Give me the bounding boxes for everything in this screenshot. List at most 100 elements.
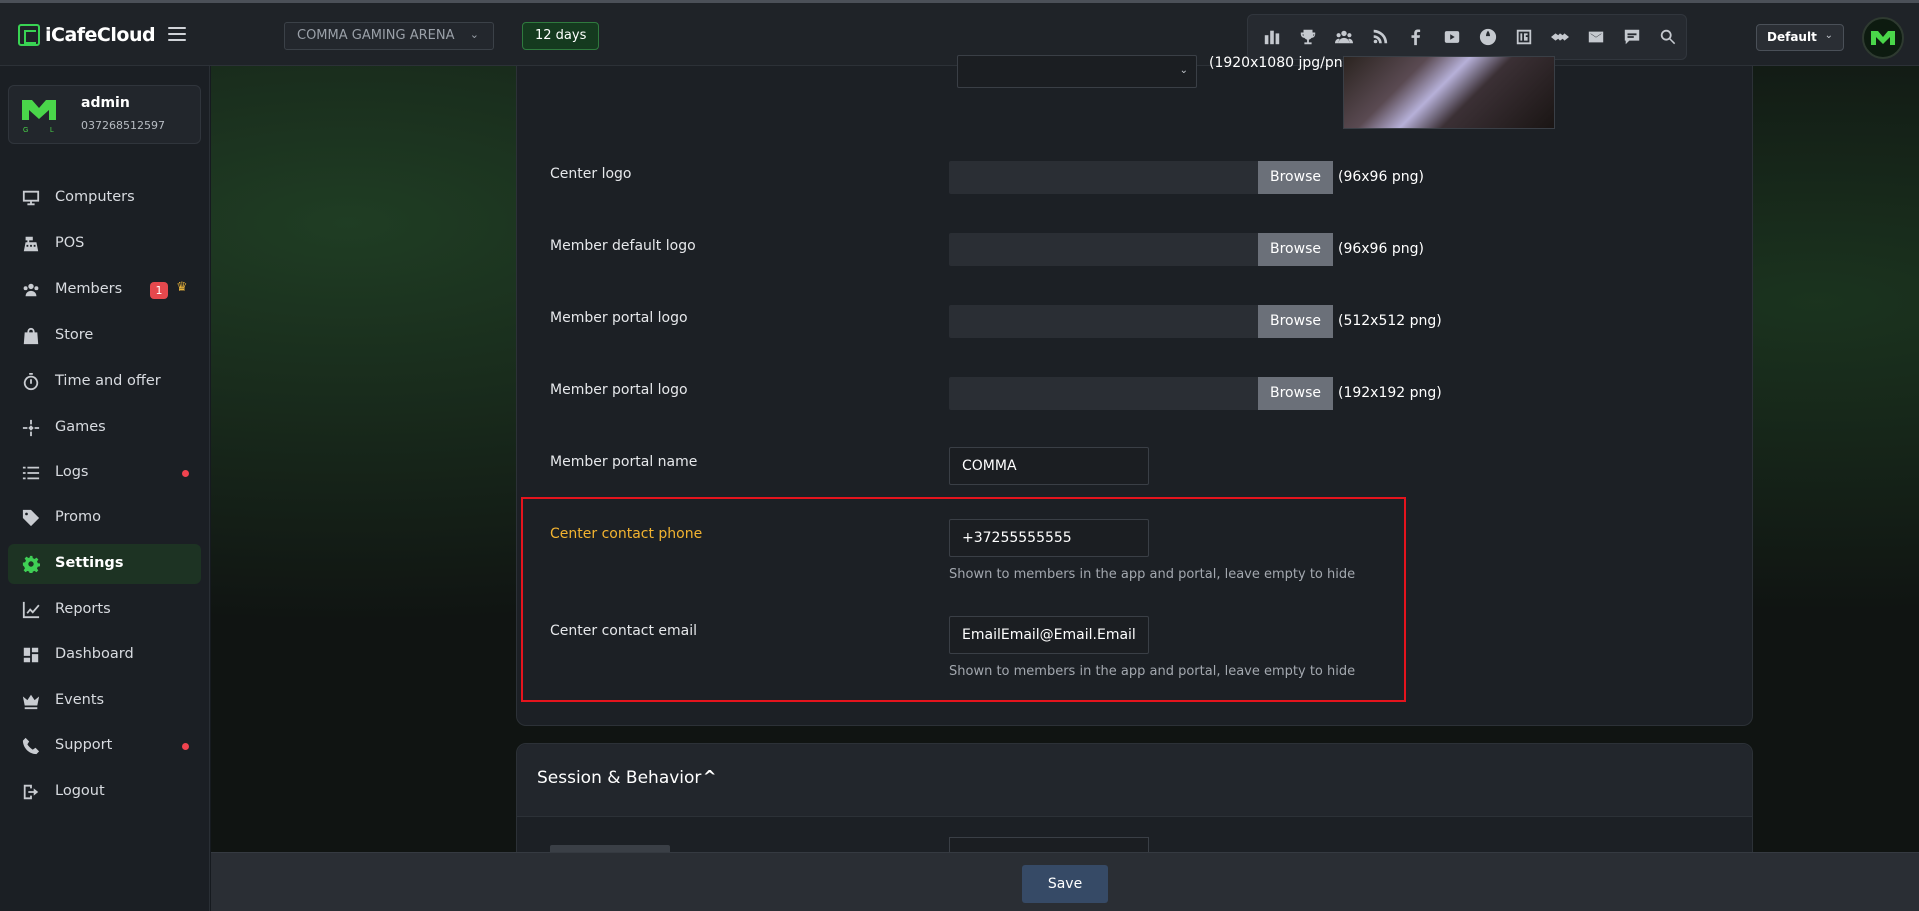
- stopwatch-icon: [22, 373, 40, 391]
- sidebar-item-time-and-offer[interactable]: Time and offer: [8, 362, 201, 402]
- list-icon: [22, 464, 40, 482]
- notification-badge: 1: [150, 282, 168, 299]
- section-title: Session & Behavior: [537, 768, 702, 788]
- sidebar-item-label: Settings: [55, 555, 124, 571]
- center-logo-file-input[interactable]: [949, 161, 1259, 194]
- sidebar-item-label: Logout: [55, 783, 105, 799]
- section-header[interactable]: Session & Behavior ^: [517, 744, 1752, 817]
- chart-line-icon: [22, 601, 40, 619]
- avatar: GL: [19, 94, 59, 134]
- member-portal-name-label: Member portal name: [550, 454, 698, 470]
- handshake-icon[interactable]: [1542, 17, 1578, 57]
- center-logo-label: Center logo: [550, 166, 632, 182]
- youtube-icon[interactable]: [1434, 17, 1470, 57]
- user-name: admin: [81, 95, 130, 111]
- chevron-up-icon[interactable]: ^: [703, 767, 716, 786]
- globe-icon[interactable]: [1470, 17, 1506, 57]
- users-icon: [22, 281, 40, 299]
- status-dot: [182, 743, 189, 750]
- sidebar-item-store[interactable]: Store: [8, 316, 201, 356]
- member-portal-logo-512-file-input[interactable]: [949, 305, 1259, 338]
- center-contact-email-input[interactable]: EmailEmail@Email.Email: [949, 616, 1149, 654]
- sidebar-item-settings[interactable]: Settings: [8, 544, 201, 584]
- account-avatar[interactable]: [1862, 17, 1904, 59]
- sidebar-item-label: Computers: [55, 189, 135, 205]
- sidebar-item-members[interactable]: Members 1 ♛: [8, 270, 201, 310]
- sidebar-item-label: Promo: [55, 509, 101, 525]
- center-contact-email-label: Center contact email: [550, 623, 698, 639]
- app-logo-text: iCafeCloud: [45, 24, 156, 46]
- tag-icon: [22, 509, 40, 527]
- center-select[interactable]: COMMA GAMING ARENA ⌄: [284, 22, 494, 50]
- icafe-logo-icon: [18, 24, 40, 46]
- sidebar-item-label: Store: [55, 327, 94, 343]
- quick-tools: [1247, 14, 1687, 60]
- member-portal-logo-192-file-input[interactable]: [949, 377, 1259, 410]
- status-dot: [182, 470, 189, 477]
- center-contact-phone-input[interactable]: +37255555555: [949, 519, 1149, 557]
- trophy-icon[interactable]: [1290, 17, 1326, 57]
- wallpaper-select[interactable]: ⌄: [957, 55, 1197, 88]
- wallpaper-preview-image[interactable]: [1343, 56, 1555, 129]
- center-contact-phone-label: Center contact phone: [550, 526, 703, 542]
- sidebar-item-label: Reports: [55, 601, 111, 617]
- member-default-logo-file-input[interactable]: [949, 233, 1259, 266]
- chevron-down-icon: ⌄: [469, 28, 479, 41]
- group-icon[interactable]: [1326, 17, 1362, 57]
- sidebar-item-label: POS: [55, 235, 85, 251]
- profile-select[interactable]: Default ⌄: [1756, 24, 1844, 51]
- sidebar: GL admin 037268512597 Computers POS Memb…: [0, 66, 210, 911]
- sidebar-item-events[interactable]: Events: [8, 681, 201, 721]
- mail-icon[interactable]: [1578, 17, 1614, 57]
- center-contact-email-help: Shown to members in the app and portal, …: [949, 664, 1356, 679]
- sidebar-item-label: Members: [55, 281, 123, 297]
- app-logo[interactable]: iCafeCloud: [18, 24, 156, 46]
- phone-icon: [22, 737, 40, 755]
- bag-icon: [22, 327, 40, 345]
- member-default-logo-size-note: (96x96 png): [1338, 241, 1424, 257]
- sidebar-item-label: Time and offer: [55, 373, 161, 389]
- user-card[interactable]: GL admin 037268512597: [8, 85, 201, 144]
- sidebar-item-promo[interactable]: Promo: [8, 498, 201, 538]
- rss-icon[interactable]: [1362, 17, 1398, 57]
- center-logo-browse-button[interactable]: Browse: [1258, 161, 1333, 194]
- footer-bar: Save: [211, 852, 1919, 911]
- sidebar-item-label: Logs: [55, 464, 89, 480]
- wallpaper-size-note: (1920x1080 jpg/png): [1209, 55, 1357, 71]
- menu-toggle-icon[interactable]: [168, 27, 186, 41]
- chat-icon[interactable]: [1614, 17, 1650, 57]
- cash-register-icon: [22, 235, 40, 253]
- sidebar-item-pos[interactable]: POS: [8, 224, 201, 264]
- member-portal-logo-192-browse-button[interactable]: Browse: [1258, 377, 1333, 410]
- sidebar-item-games[interactable]: Games: [8, 408, 201, 448]
- center-logo-size-note: (96x96 png): [1338, 169, 1424, 185]
- logout-icon: [22, 783, 40, 801]
- search-icon[interactable]: [1650, 17, 1686, 57]
- center-select-value: COMMA GAMING ARENA: [297, 28, 455, 43]
- chevron-down-icon: ⌄: [1824, 30, 1833, 41]
- sidebar-item-computers[interactable]: Computers: [8, 178, 201, 218]
- sidebar-item-logout[interactable]: Logout: [8, 772, 201, 812]
- facebook-icon[interactable]: [1398, 17, 1434, 57]
- sidebar-item-reports[interactable]: Reports: [8, 590, 201, 630]
- profile-select-value: Default: [1767, 30, 1817, 44]
- sidebar-item-label: Support: [55, 737, 113, 753]
- sidebar-item-support[interactable]: Support: [8, 726, 201, 766]
- gear-icon: [22, 555, 40, 574]
- user-phone: 037268512597: [81, 119, 165, 132]
- gl-logo-icon: [1871, 31, 1895, 45]
- member-portal-logo-512-size-note: (512x512 png): [1338, 313, 1442, 329]
- sidebar-item-label: Games: [55, 419, 106, 435]
- member-portal-logo-512-browse-button[interactable]: Browse: [1258, 305, 1333, 338]
- svg-text:L: L: [50, 127, 54, 134]
- stats-icon[interactable]: [1254, 17, 1290, 57]
- member-default-logo-label: Member default logo: [550, 238, 696, 254]
- sidebar-item-logs[interactable]: Logs: [8, 453, 201, 493]
- icafe-icon[interactable]: [1506, 17, 1542, 57]
- license-days-badge: 12 days: [522, 22, 600, 50]
- sidebar-item-dashboard[interactable]: Dashboard: [8, 635, 201, 675]
- sidebar-item-label: Events: [55, 692, 105, 708]
- save-button[interactable]: Save: [1022, 865, 1108, 903]
- member-portal-name-input[interactable]: COMMA: [949, 447, 1149, 485]
- member-default-logo-browse-button[interactable]: Browse: [1258, 233, 1333, 266]
